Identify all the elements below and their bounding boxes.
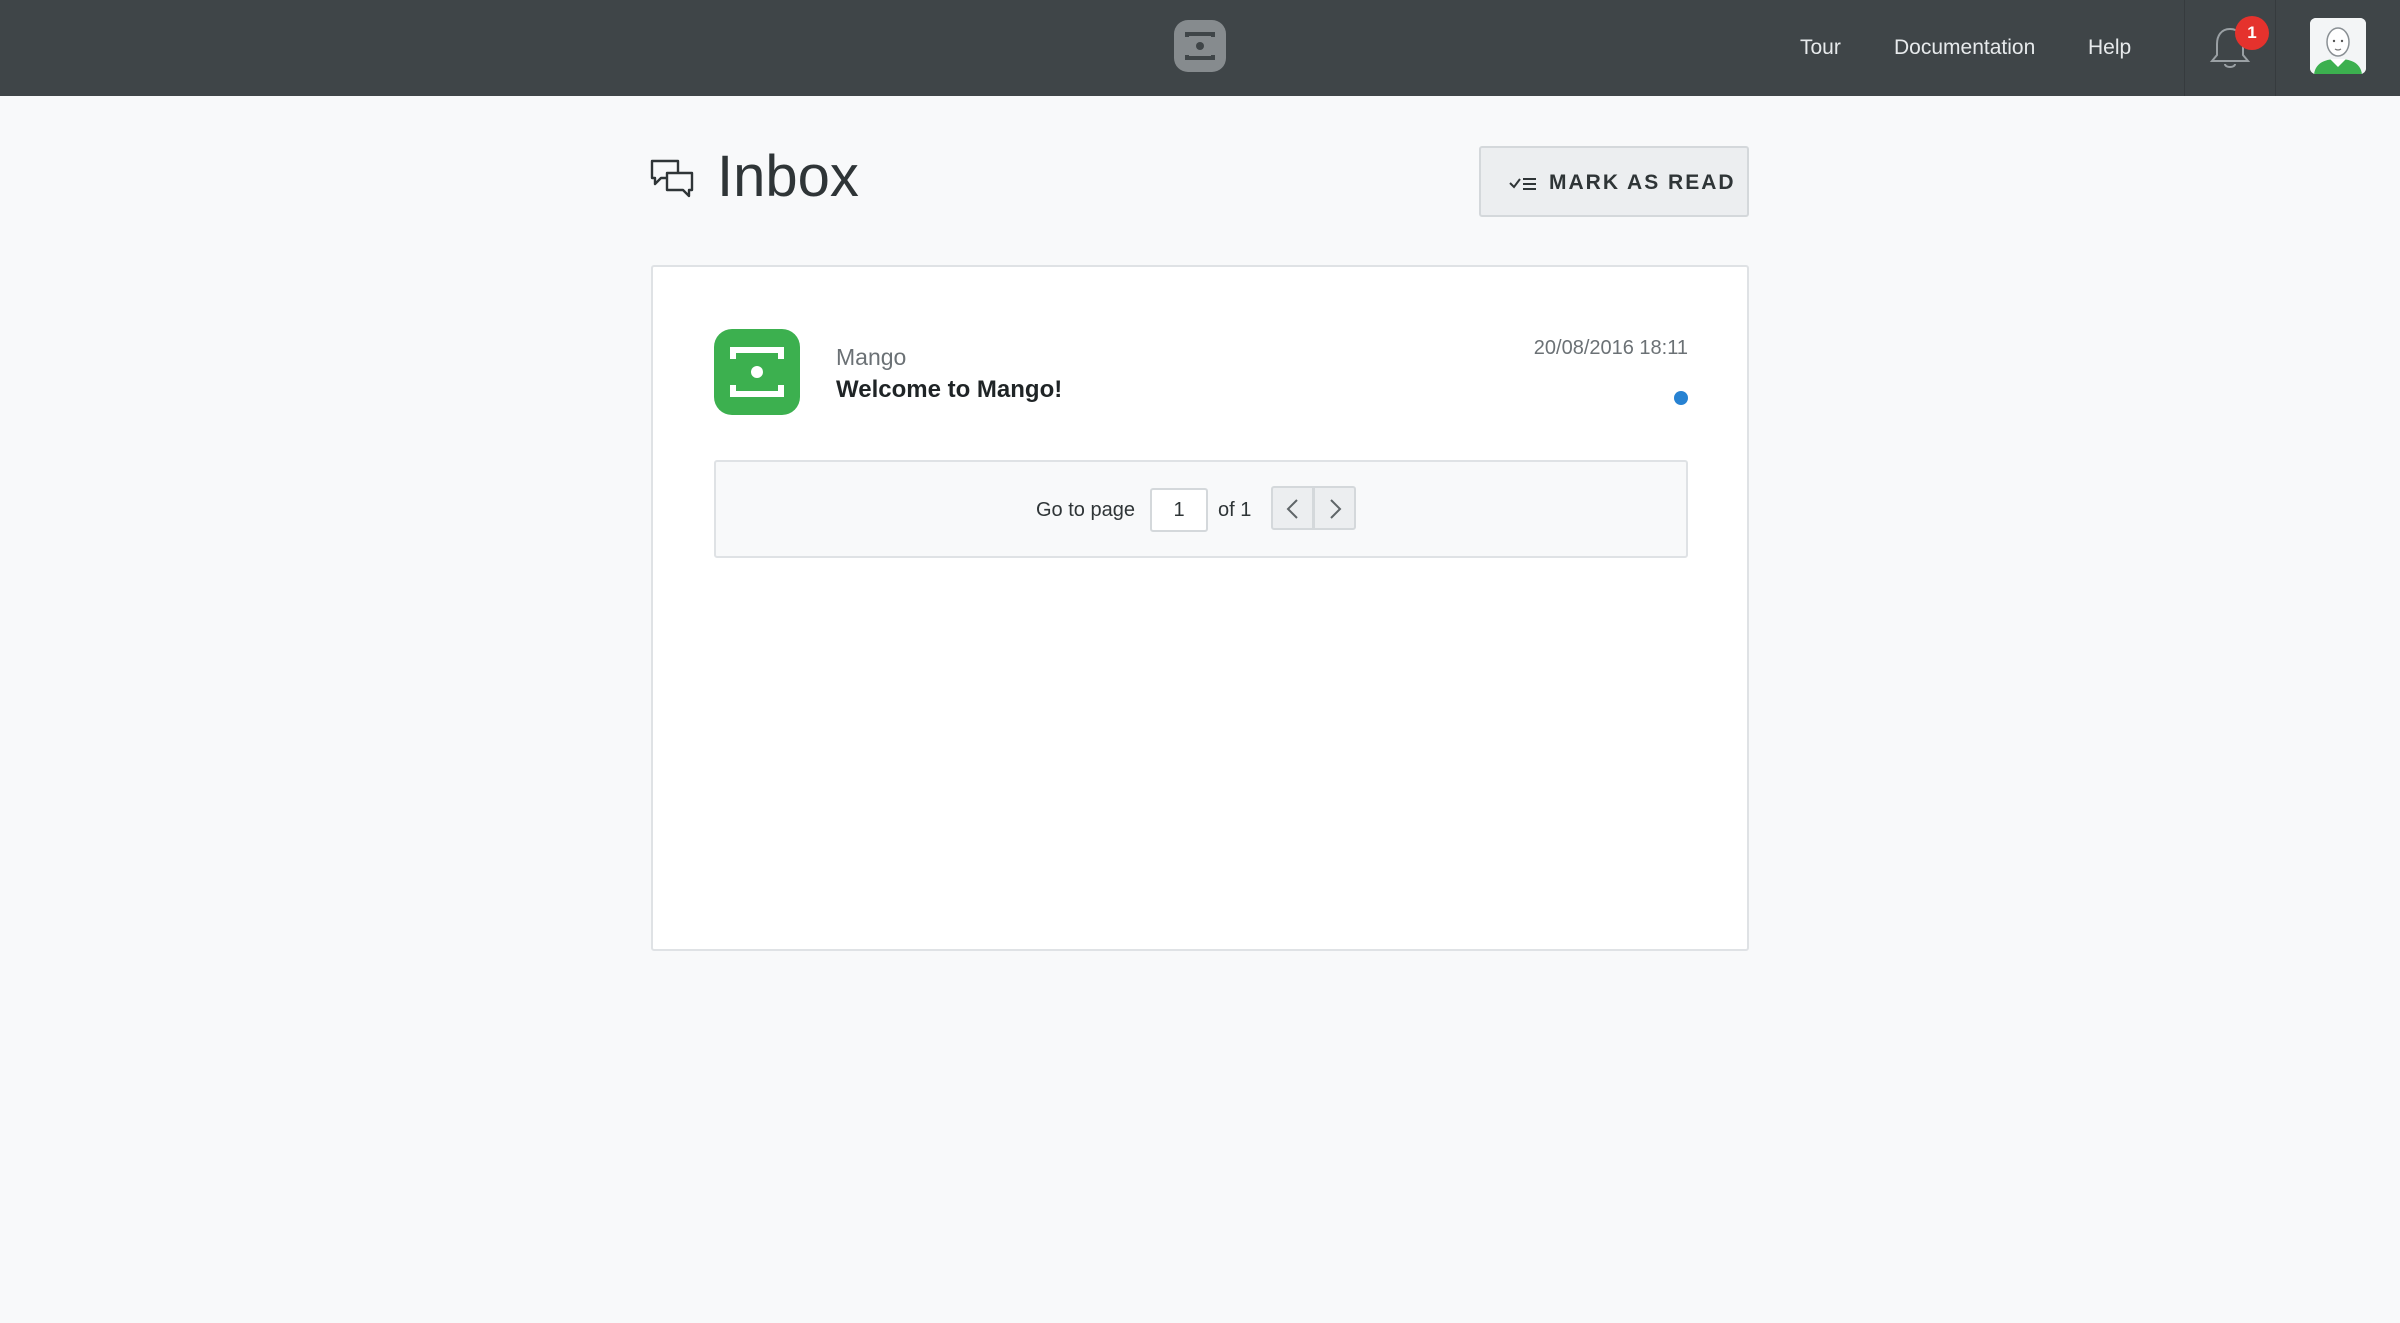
pagination-bar: Go to page of 1 [714,460,1688,558]
message-timestamp: 20/08/2016 18:11 [1533,337,1688,359]
sender-avatar-icon [714,329,800,415]
next-page-button[interactable] [1313,486,1356,530]
page-number-input[interactable] [1150,488,1208,532]
chevron-left-icon [1286,499,1298,519]
notifications-button[interactable]: 1 [2184,0,2276,96]
mark-as-read-label: MARK AS READ [1549,171,1736,194]
page-title: Inbox [717,144,859,209]
notification-count-badge: 1 [2235,16,2269,50]
logo-icon[interactable] [1174,20,1226,72]
top-navigation-bar: Tour Documentation Help 1 [0,0,2400,96]
check-list-icon [1509,178,1536,190]
chevron-right-icon [1330,499,1342,519]
message-subject: Welcome to Mango! [836,376,1063,403]
nav-link-tour[interactable]: Tour [1800,35,1841,61]
previous-page-button[interactable] [1271,486,1314,530]
nav-link-documentation[interactable]: Documentation [1894,35,2035,61]
nav-link-help[interactable]: Help [2088,35,2131,61]
page-count-label: of 1 [1218,499,1252,521]
go-to-page-label: Go to page [1036,499,1135,521]
mark-as-read-button[interactable]: MARK AS READ [1479,146,1749,217]
user-avatar[interactable] [2310,18,2366,74]
unread-indicator [1674,391,1688,405]
inbox-chat-icon [650,159,694,198]
message-item[interactable]: Mango Welcome to Mango! 20/08/2016 18:11 [714,329,1688,417]
message-sender: Mango [836,344,907,370]
message-panel: Mango Welcome to Mango! 20/08/2016 18:11… [651,265,1749,951]
